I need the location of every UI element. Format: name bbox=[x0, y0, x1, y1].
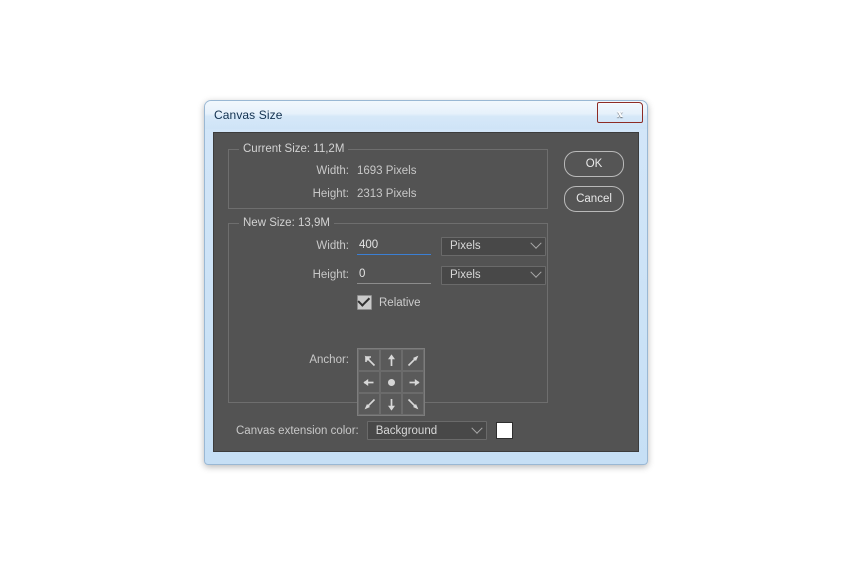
cancel-button[interactable]: Cancel bbox=[564, 186, 624, 212]
current-height-label: Height: bbox=[312, 188, 349, 200]
checkmark-icon bbox=[357, 294, 371, 307]
current-size-group: Current Size: 11,2M Width: 1693 Pixels H… bbox=[228, 143, 548, 209]
ok-button[interactable]: OK bbox=[564, 151, 624, 177]
dialog-body: Current Size: 11,2M Width: 1693 Pixels H… bbox=[213, 132, 639, 452]
canvas-extension-color-value: Background bbox=[375, 424, 438, 437]
width-unit-value: Pixels bbox=[450, 240, 481, 252]
new-size-legend: New Size: 13,9M bbox=[239, 217, 334, 229]
anchor-middle-right[interactable] bbox=[402, 371, 424, 393]
arrow-up-right-icon bbox=[407, 355, 418, 366]
relative-label: Relative bbox=[379, 296, 421, 309]
chevron-down-icon bbox=[471, 422, 483, 434]
close-glyph: x bbox=[617, 105, 623, 120]
anchor-label: Anchor: bbox=[309, 354, 349, 366]
anchor-row: Anchor: bbox=[229, 348, 547, 416]
chevron-down-icon bbox=[530, 266, 542, 278]
current-width-row: Width: 1693 Pixels bbox=[229, 162, 416, 180]
canvas-extension-color-row: Canvas extension color: Background bbox=[236, 421, 513, 440]
current-size-legend: Current Size: 11,2M bbox=[239, 143, 349, 155]
current-height-value: 2313 Pixels bbox=[357, 188, 417, 200]
arrow-up-left-icon bbox=[364, 355, 375, 366]
new-height-label: Height: bbox=[312, 269, 349, 281]
height-unit-value: Pixels bbox=[450, 269, 481, 281]
new-height-row: Height: Pixels bbox=[229, 265, 546, 285]
arrow-down-icon bbox=[387, 398, 395, 411]
anchor-top-center[interactable] bbox=[380, 349, 402, 371]
anchor-bottom-right[interactable] bbox=[402, 393, 424, 415]
current-height-row: Height: 2313 Pixels bbox=[229, 185, 417, 203]
arrow-down-left-icon bbox=[364, 398, 375, 409]
color-swatch[interactable] bbox=[495, 422, 513, 439]
relative-checkbox[interactable] bbox=[357, 294, 372, 310]
chevron-down-icon bbox=[530, 237, 542, 249]
canvas-extension-color-label: Canvas extension color: bbox=[236, 424, 359, 437]
width-input[interactable] bbox=[357, 237, 431, 255]
anchor-bottom-left[interactable] bbox=[358, 393, 380, 415]
anchor-top-left[interactable] bbox=[358, 349, 380, 371]
ok-button-label: OK bbox=[585, 158, 603, 170]
new-size-group: New Size: 13,9M Width: Pixels Height: Pi… bbox=[228, 217, 548, 416]
new-width-label: Width: bbox=[316, 240, 349, 252]
relative-row: Relative bbox=[357, 294, 421, 310]
width-unit-dropdown[interactable]: Pixels bbox=[441, 236, 546, 256]
new-width-row: Width: Pixels bbox=[229, 236, 546, 256]
arrow-left-icon bbox=[362, 378, 373, 386]
canvas-size-dialog: Canvas Size x Current Size: 11,2M Width:… bbox=[204, 100, 648, 465]
anchor-grid[interactable] bbox=[357, 348, 425, 416]
arrow-right-icon bbox=[409, 378, 420, 386]
title-bar[interactable]: Canvas Size x bbox=[205, 101, 647, 129]
height-unit-dropdown[interactable]: Pixels bbox=[441, 265, 546, 285]
center-dot-icon bbox=[387, 378, 395, 386]
close-icon[interactable]: x bbox=[597, 102, 643, 123]
height-input[interactable] bbox=[357, 266, 431, 284]
cancel-button-label: Cancel bbox=[576, 193, 612, 205]
window-title: Canvas Size bbox=[214, 108, 283, 122]
anchor-bottom-center[interactable] bbox=[380, 393, 402, 415]
arrow-up-icon bbox=[387, 353, 395, 366]
current-width-value: 1693 Pixels bbox=[357, 165, 417, 177]
anchor-center[interactable] bbox=[380, 371, 402, 393]
arrow-down-right-icon bbox=[407, 398, 418, 409]
canvas-extension-color-dropdown[interactable]: Background bbox=[366, 421, 487, 440]
current-width-label: Width: bbox=[316, 165, 349, 177]
anchor-middle-left[interactable] bbox=[358, 371, 380, 393]
anchor-top-right[interactable] bbox=[402, 349, 424, 371]
